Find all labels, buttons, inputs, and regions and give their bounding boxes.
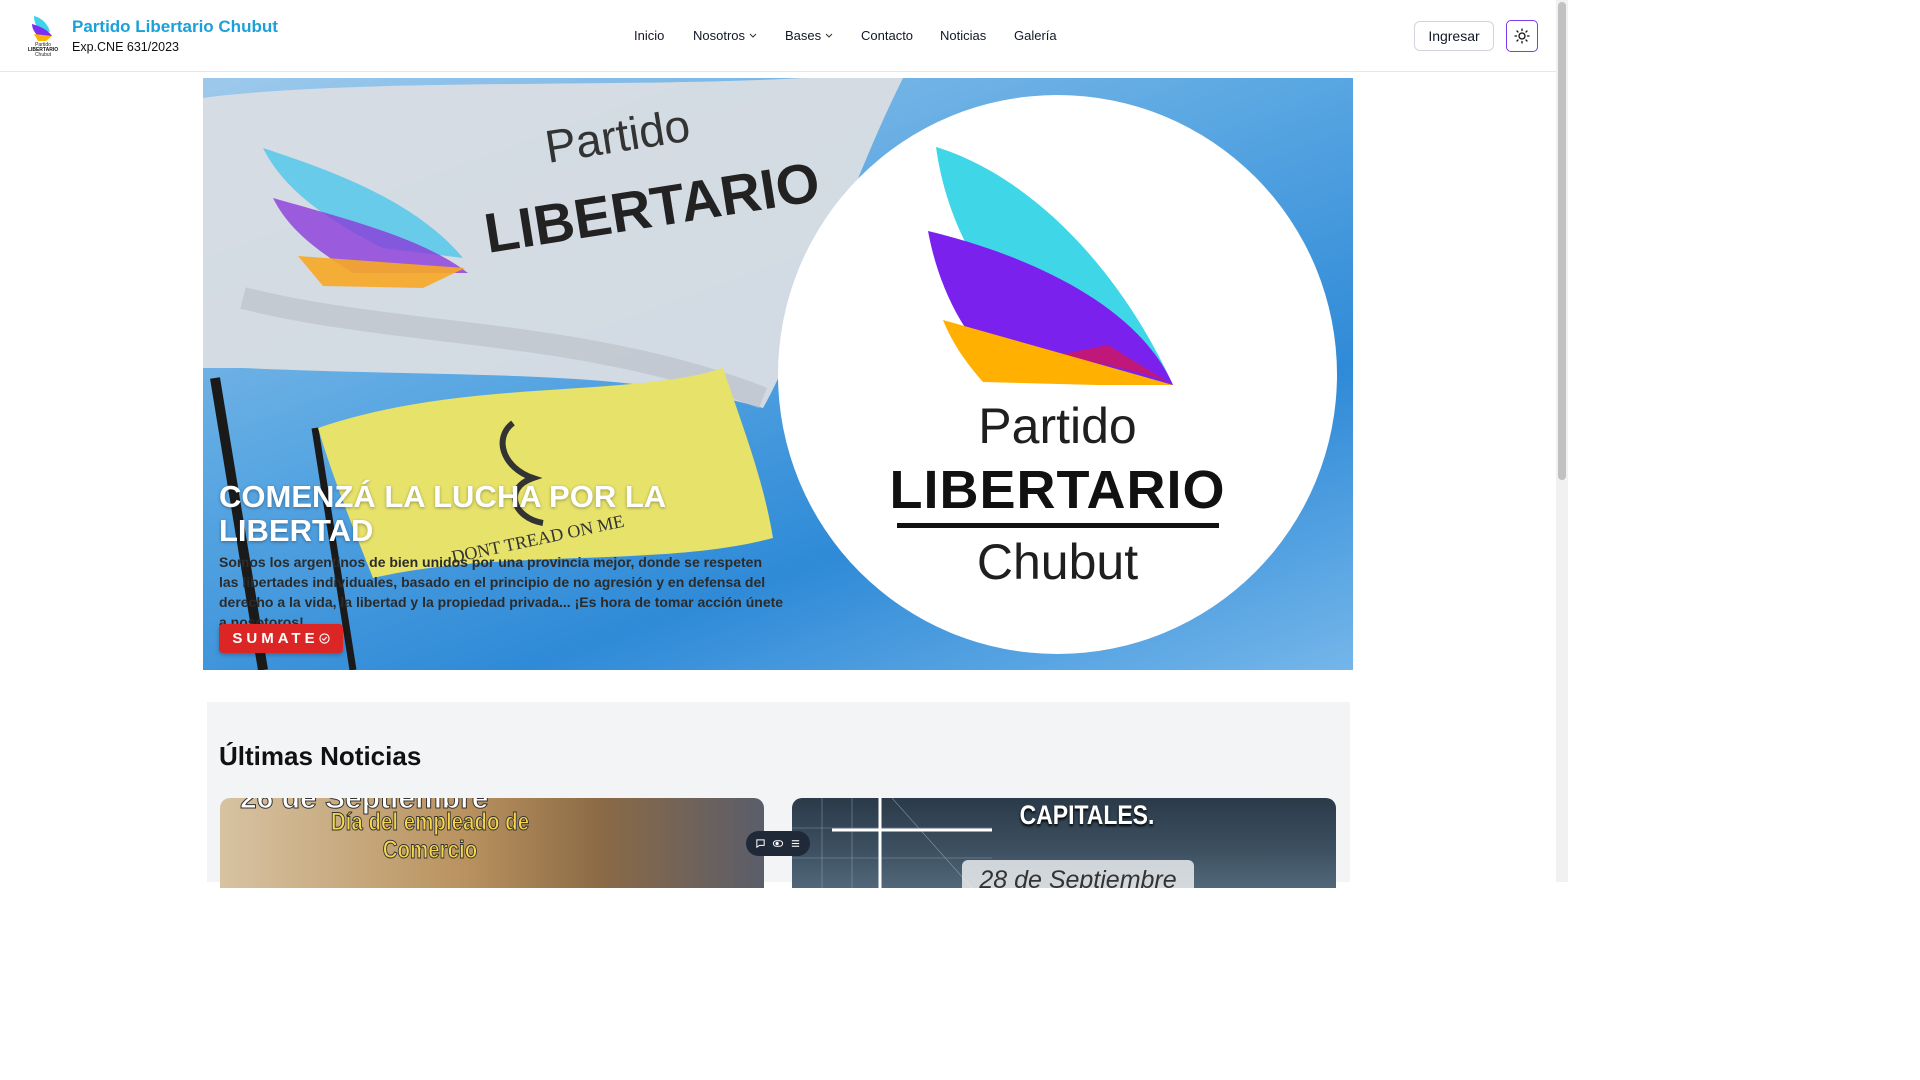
floating-toolbar: [746, 831, 810, 856]
menu-icon[interactable]: [790, 838, 801, 849]
check-circle-icon: [318, 633, 330, 644]
site-header: Partido LIBERTARIO Chubut Partido Libert…: [0, 0, 1556, 72]
nav-label: Bases: [785, 28, 822, 43]
sumate-label: SUMATE: [232, 630, 319, 647]
news-card-headline: Día del empleado de: [330, 808, 530, 837]
news-card-headline: Comercio: [382, 836, 478, 865]
nav-galeria[interactable]: Galería: [1014, 28, 1057, 43]
nav-label: Inicio: [634, 28, 665, 43]
nav-label: Noticias: [940, 28, 987, 43]
sun-icon: [1514, 28, 1530, 44]
brand-title[interactable]: Partido Libertario Chubut: [72, 17, 278, 37]
hero-title: COMENZÁ LA LUCHA POR LA LIBERTAD: [219, 479, 666, 548]
party-logo-circle: Partido LIBERTARIO Chubut: [778, 95, 1337, 654]
nav-noticias[interactable]: Noticias: [940, 28, 986, 43]
nav-label: Contacto: [861, 28, 914, 43]
nav-nosotros[interactable]: Nosotros: [693, 28, 757, 43]
chevron-down-icon: [825, 33, 833, 38]
news-card-date: 28 de Septiembre: [962, 860, 1194, 888]
circle-text-partido: Partido: [978, 398, 1137, 454]
comment-icon[interactable]: [755, 838, 766, 849]
toggle-icon[interactable]: [772, 838, 784, 849]
news-card[interactable]: CAPITALES. 28 de Septiembre: [792, 798, 1336, 888]
news-section-title: Últimas Noticias: [219, 741, 422, 771]
nav-contacto[interactable]: Contacto: [861, 28, 913, 43]
login-button[interactable]: Ingresar: [1414, 21, 1494, 51]
circle-divider: [897, 523, 1219, 528]
brand-subtitle: Exp.CNE 631/2023: [72, 40, 180, 54]
circle-text-chubut: Chubut: [976, 534, 1139, 590]
hero-description: Somos los argentinos de bien unidos por …: [219, 554, 784, 630]
nav-bases[interactable]: Bases: [785, 28, 833, 43]
nav-inicio[interactable]: Inicio: [634, 28, 664, 43]
circle-text-libertario: LIBERTARIO: [889, 460, 1226, 520]
svg-text:Chubut: Chubut: [35, 52, 52, 56]
party-logo-icon[interactable]: Partido LIBERTARIO Chubut: [26, 14, 60, 56]
chevron-down-icon: [749, 33, 757, 38]
news-card-headline: CAPITALES.: [1019, 800, 1155, 830]
sumate-button[interactable]: SUMATE: [219, 624, 343, 653]
hero-banner: Partido LIBERTARIO DONT TREAD ON ME COME…: [203, 78, 1353, 670]
scrollbar-thumb[interactable]: [1558, 2, 1566, 480]
nav-label: Nosotros: [693, 28, 746, 43]
page-scrollbar[interactable]: [1556, 0, 1568, 882]
nav-label: Galería: [1014, 28, 1057, 43]
theme-toggle-button[interactable]: [1506, 20, 1538, 52]
news-card[interactable]: 26 de Septiembre Día del empleado de Com…: [220, 798, 764, 888]
